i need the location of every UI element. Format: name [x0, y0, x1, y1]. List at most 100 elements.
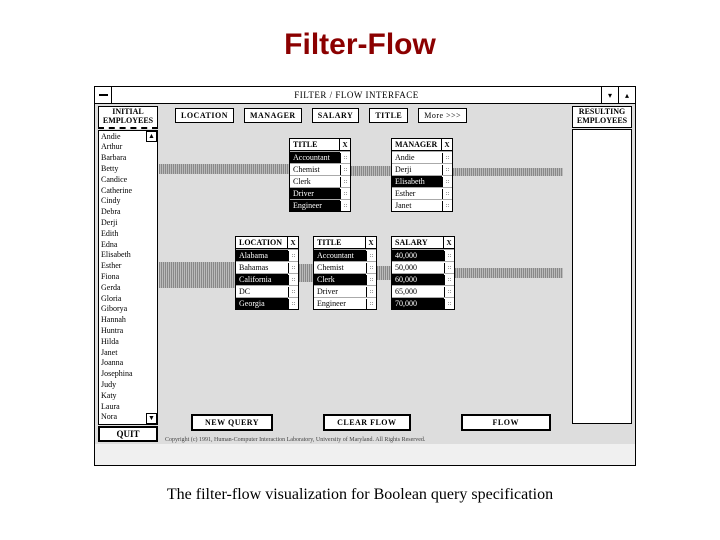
handle-icon[interactable]: ::	[340, 201, 350, 211]
filter-title-2[interactable]: TITLEXAccountant::Chemist::Clerk::Driver…	[313, 236, 377, 310]
filter-item[interactable]: California::	[236, 273, 298, 285]
filter-location[interactable]: LOCATIONXAlabama::Bahamas::California::D…	[235, 236, 299, 310]
filter-item[interactable]: Janet::	[392, 199, 452, 211]
filter-manager[interactable]: MANAGERXAndie::Derji::Elisabeth::Esther:…	[391, 138, 453, 212]
filter-item[interactable]: Accountant::	[290, 151, 350, 163]
filter-item[interactable]: Derji::	[392, 163, 452, 175]
filter-item[interactable]: Esther::	[392, 187, 452, 199]
filter-item[interactable]: 60,000::	[392, 273, 454, 285]
filter-item[interactable]: Chemist::	[314, 261, 376, 273]
list-item[interactable]: Betty	[101, 164, 155, 175]
handle-icon[interactable]: ::	[442, 201, 452, 211]
filter-item[interactable]: DC::	[236, 285, 298, 297]
quit-button[interactable]: QUIT	[98, 426, 158, 442]
filter-item[interactable]: Andie::	[392, 151, 452, 163]
filter-title-1[interactable]: TITLEXAccountant::Chemist::Clerk::Driver…	[289, 138, 351, 212]
close-icon[interactable]: X	[365, 237, 376, 248]
close-icon[interactable]: X	[339, 139, 350, 150]
handle-icon[interactable]: ::	[366, 251, 376, 261]
maximize-button[interactable]: ▴	[618, 87, 635, 103]
handle-icon[interactable]: ::	[442, 177, 452, 187]
list-item[interactable]: Fiona	[101, 272, 155, 283]
attr-manager-button[interactable]: MANAGER	[244, 108, 302, 123]
handle-icon[interactable]: ::	[442, 165, 452, 175]
filter-item[interactable]: Bahamas::	[236, 261, 298, 273]
list-item[interactable]: Joanna	[101, 358, 155, 369]
filter-item[interactable]: 70,000::	[392, 297, 454, 309]
close-icon[interactable]: X	[287, 237, 298, 248]
filter-item[interactable]: Chemist::	[290, 163, 350, 175]
attr-location-button[interactable]: LOCATION	[175, 108, 234, 123]
list-item[interactable]: Catherine	[101, 186, 155, 197]
filter-item[interactable]: Clerk::	[290, 175, 350, 187]
result-list[interactable]	[572, 129, 632, 424]
scroll-up-icon[interactable]: ▲	[146, 131, 157, 142]
list-item[interactable]: Janet	[101, 348, 155, 359]
handle-icon[interactable]: ::	[340, 189, 350, 199]
minimize-button[interactable]: ▾	[601, 87, 618, 103]
clear-flow-button[interactable]: CLEAR FLOW	[323, 414, 410, 431]
list-item[interactable]: Esther	[101, 261, 155, 272]
filter-item[interactable]: 40,000::	[392, 249, 454, 261]
filter-item[interactable]: Engineer::	[290, 199, 350, 211]
filter-item[interactable]: Engineer::	[314, 297, 376, 309]
filter-item[interactable]: Alabama::	[236, 249, 298, 261]
handle-icon[interactable]: ::	[288, 287, 298, 297]
handle-icon[interactable]: ::	[366, 287, 376, 297]
handle-icon[interactable]: ::	[288, 263, 298, 273]
filter-item[interactable]: Accountant::	[314, 249, 376, 261]
list-item[interactable]: Barbara	[101, 153, 155, 164]
handle-icon[interactable]: ::	[366, 275, 376, 285]
filter-item[interactable]: Driver::	[290, 187, 350, 199]
attr-title-button[interactable]: TITLE	[369, 108, 408, 123]
list-item[interactable]: Edith	[101, 229, 155, 240]
filter-item[interactable]: 50,000::	[392, 261, 454, 273]
list-item[interactable]: Hannah	[101, 315, 155, 326]
scroll-down-icon[interactable]: ▼	[146, 413, 157, 424]
list-item[interactable]: Huntra	[101, 326, 155, 337]
close-icon[interactable]: X	[443, 237, 454, 248]
system-menu-icon[interactable]	[95, 87, 112, 103]
filter-item[interactable]: 65,000::	[392, 285, 454, 297]
list-item[interactable]: Josephina	[101, 369, 155, 380]
handle-icon[interactable]: ::	[366, 263, 376, 273]
handle-icon[interactable]: ::	[340, 153, 350, 163]
list-item[interactable]: Katy	[101, 391, 155, 402]
list-item[interactable]: Judy	[101, 380, 155, 391]
new-query-button[interactable]: NEW QUERY	[191, 414, 273, 431]
filter-salary[interactable]: SALARYX40,000::50,000::60,000::65,000::7…	[391, 236, 455, 310]
list-item[interactable]: Laura	[101, 402, 155, 413]
handle-icon[interactable]: ::	[340, 177, 350, 187]
list-item[interactable]: Hilda	[101, 337, 155, 348]
handle-icon[interactable]: ::	[340, 165, 350, 175]
list-item[interactable]: Giborya	[101, 304, 155, 315]
attr-more-button[interactable]: More >>>	[418, 108, 467, 123]
list-item[interactable]: Arthur	[101, 142, 155, 153]
handle-icon[interactable]: ::	[366, 299, 376, 309]
handle-icon[interactable]: ::	[444, 275, 454, 285]
filter-item[interactable]: Driver::	[314, 285, 376, 297]
attr-salary-button[interactable]: SALARY	[312, 108, 360, 123]
list-item[interactable]: Cindy	[101, 196, 155, 207]
handle-icon[interactable]: ::	[444, 251, 454, 261]
filter-item[interactable]: Elisabeth::	[392, 175, 452, 187]
close-icon[interactable]: X	[441, 139, 452, 150]
handle-icon[interactable]: ::	[442, 153, 452, 163]
handle-icon[interactable]: ::	[444, 299, 454, 309]
list-item[interactable]: Debra	[101, 207, 155, 218]
list-item[interactable]: Elisabeth	[101, 250, 155, 261]
handle-icon[interactable]: ::	[288, 251, 298, 261]
handle-icon[interactable]: ::	[444, 263, 454, 273]
list-item[interactable]: Gloria	[101, 294, 155, 305]
filter-item[interactable]: Georgia::	[236, 297, 298, 309]
employee-list[interactable]: ▲ AndieArthurBarbaraBettyCandiceCatherin…	[98, 130, 158, 425]
list-item[interactable]: Derji	[101, 218, 155, 229]
handle-icon[interactable]: ::	[288, 299, 298, 309]
flow-button[interactable]: FLOW	[461, 414, 551, 431]
handle-icon[interactable]: ::	[288, 275, 298, 285]
list-item[interactable]: Edna	[101, 240, 155, 251]
handle-icon[interactable]: ::	[442, 189, 452, 199]
list-item[interactable]: Gerda	[101, 283, 155, 294]
list-item[interactable]: Candice	[101, 175, 155, 186]
handle-icon[interactable]: ::	[444, 287, 454, 297]
